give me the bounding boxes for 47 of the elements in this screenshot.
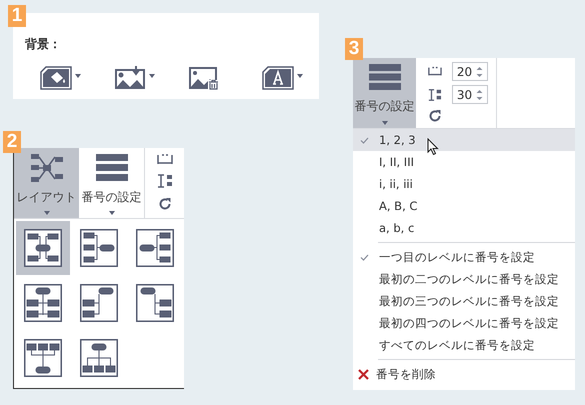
spacing-field[interactable]: 30 [452, 85, 488, 104]
caret-icon[interactable] [75, 74, 81, 78]
numbering-format-item[interactable]: I, II, III [353, 151, 575, 173]
vertical-spacing-icon [428, 88, 442, 102]
horizontal-spacing-icon [428, 66, 442, 77]
numbering-level-item[interactable]: 最初の四つのレベルに番号を設定 [353, 312, 575, 334]
remove-numbering-item[interactable]: 番号を削除 [376, 366, 436, 382]
background-option-button[interactable] [40, 66, 84, 90]
numbering-level-item[interactable]: 一つ目のレベルに番号を設定 [353, 246, 575, 268]
numbering-level-item[interactable]: 最初の三つのレベルに番号を設定 [353, 290, 575, 312]
numbering-level-item[interactable]: すべてのレベルに番号を設定 [353, 334, 575, 356]
numbered-list-icon [94, 153, 128, 183]
numbering-format-item[interactable]: 1, 2, 3 [353, 129, 575, 151]
background-label: 背景： [25, 36, 61, 53]
numbering-format-item[interactable]: i, ii, iii [353, 173, 575, 195]
caret-icon[interactable] [149, 74, 155, 78]
caret-icon[interactable] [297, 74, 303, 78]
step-badge: 3 [345, 38, 363, 60]
layout-diagram-icon [30, 153, 64, 183]
caret-icon [44, 211, 50, 215]
vertical-spacing-icon[interactable] [157, 174, 173, 188]
paint-bucket-icon[interactable] [40, 66, 72, 90]
image-download-icon[interactable] [114, 66, 146, 90]
numbered-list-icon [368, 63, 402, 91]
caret-icon [108, 211, 114, 215]
spacing-field[interactable]: 20 [452, 62, 488, 81]
refresh-icon[interactable] [428, 109, 442, 123]
refresh-icon[interactable] [158, 197, 172, 211]
numbering-button[interactable]: 番号の設定 [353, 58, 416, 128]
background-option-button[interactable] [114, 66, 158, 90]
caret-icon [382, 121, 388, 125]
layout-button[interactable]: レイアウト [14, 148, 79, 218]
spinner-arrows-icon[interactable] [476, 66, 483, 78]
close-icon [358, 368, 369, 380]
numbering-format-item[interactable]: a, b, c [353, 217, 575, 239]
step-badge: 2 [3, 131, 21, 153]
image-delete-icon[interactable] [188, 66, 220, 90]
horizontal-spacing-icon[interactable] [157, 154, 173, 165]
numbering-format-item[interactable]: A, B, C [353, 195, 575, 217]
background-option-button[interactable] [262, 66, 306, 90]
layout-option[interactable] [16, 221, 70, 275]
checkmark-icon [360, 254, 369, 260]
step-badge: 1 [8, 5, 26, 27]
pointer-cursor-icon [427, 138, 439, 156]
numbering-level-item[interactable]: 最初の二つのレベルに番号を設定 [353, 268, 575, 290]
checkmark-icon [360, 136, 369, 144]
spinner-arrows-icon[interactable] [476, 88, 483, 100]
